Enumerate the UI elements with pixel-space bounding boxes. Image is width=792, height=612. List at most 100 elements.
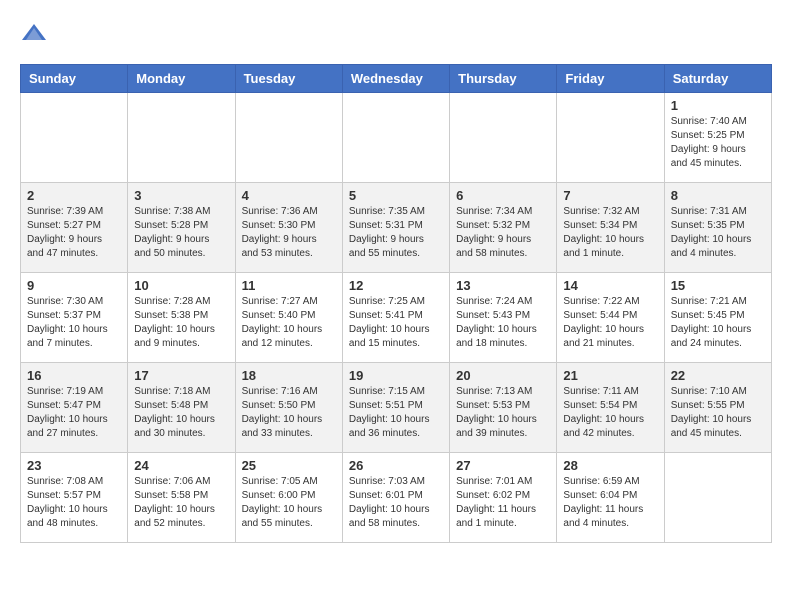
calendar-cell [664,453,771,543]
day-info: Sunrise: 7:21 AM Sunset: 5:45 PM Dayligh… [671,295,765,351]
day-number: 12 [349,278,443,293]
day-info: Sunrise: 7:16 AM Sunset: 5:50 PM Dayligh… [242,385,336,441]
calendar-cell: 19 Sunrise: 7:15 AM Sunset: 5:51 PM Dayli… [342,363,449,453]
calendar-cell [450,93,557,183]
calendar-cell: 10 Sunrise: 7:28 AM Sunset: 5:38 PM Dayli… [128,273,235,363]
day-info: Sunrise: 7:40 AM Sunset: 5:25 PM Dayligh… [671,115,765,171]
day-info: Sunrise: 7:15 AM Sunset: 5:51 PM Dayligh… [349,385,443,441]
day-info: Sunrise: 7:22 AM Sunset: 5:44 PM Dayligh… [563,295,657,351]
day-of-week-header: Saturday [664,65,771,93]
day-info: Sunrise: 6:59 AM Sunset: 6:04 PM Dayligh… [563,475,657,531]
day-number: 15 [671,278,765,293]
day-number: 28 [563,458,657,473]
day-info: Sunrise: 7:11 AM Sunset: 5:54 PM Dayligh… [563,385,657,441]
calendar: SundayMondayTuesdayWednesdayThursdayFrid… [20,64,772,543]
day-info: Sunrise: 7:27 AM Sunset: 5:40 PM Dayligh… [242,295,336,351]
day-number: 16 [27,368,121,383]
day-of-week-header: Friday [557,65,664,93]
day-info: Sunrise: 7:10 AM Sunset: 5:55 PM Dayligh… [671,385,765,441]
calendar-cell: 13Sunrise: 7:24 AM Sunset: 5:43 PM Dayli… [450,273,557,363]
day-info: Sunrise: 7:39 AM Sunset: 5:27 PM Dayligh… [27,205,121,261]
day-number: 23 [27,458,121,473]
calendar-cell: 26Sunrise: 7:03 AM Sunset: 6:01 PM Dayli… [342,453,449,543]
day-number: 19 [349,368,443,383]
day-number: 22 [671,368,765,383]
day-number: 17 [134,368,228,383]
day-number: 6 [456,188,550,203]
day-number: 13 [456,278,550,293]
page-header [20,20,772,48]
day-info: Sunrise: 7:36 AM Sunset: 5:30 PM Dayligh… [242,205,336,261]
calendar-cell: 27 Sunrise: 7:01 AM Sunset: 6:02 PM Dayli… [450,453,557,543]
calendar-cell: 8 Sunrise: 7:31 AM Sunset: 5:35 PM Daylig… [664,183,771,273]
calendar-week-row: 23 Sunrise: 7:08 AM Sunset: 5:57 PM Dayli… [21,453,772,543]
calendar-cell: 5 Sunrise: 7:35 AM Sunset: 5:31 PM Daylig… [342,183,449,273]
logo-icon [20,20,48,48]
calendar-cell [557,93,664,183]
day-number: 8 [671,188,765,203]
day-number: 10 [134,278,228,293]
day-number: 1 [671,98,765,113]
logo [20,20,50,48]
calendar-cell: 9 Sunrise: 7:30 AM Sunset: 5:37 PM Daylig… [21,273,128,363]
day-number: 4 [242,188,336,203]
day-info: Sunrise: 7:32 AM Sunset: 5:34 PM Dayligh… [563,205,657,261]
calendar-cell: 20 Sunrise: 7:13 AM Sunset: 5:53 PM Dayli… [450,363,557,453]
day-info: Sunrise: 7:06 AM Sunset: 5:58 PM Dayligh… [134,475,228,531]
day-number: 5 [349,188,443,203]
calendar-cell: 4 Sunrise: 7:36 AM Sunset: 5:30 PM Daylig… [235,183,342,273]
calendar-cell [128,93,235,183]
calendar-cell: 7 Sunrise: 7:32 AM Sunset: 5:34 PM Daylig… [557,183,664,273]
day-info: Sunrise: 7:38 AM Sunset: 5:28 PM Dayligh… [134,205,228,261]
day-number: 9 [27,278,121,293]
calendar-cell: 2 Sunrise: 7:39 AM Sunset: 5:27 PM Daylig… [21,183,128,273]
calendar-cell: 16 Sunrise: 7:19 AM Sunset: 5:47 PM Dayli… [21,363,128,453]
calendar-cell: 23 Sunrise: 7:08 AM Sunset: 5:57 PM Dayli… [21,453,128,543]
day-number: 21 [563,368,657,383]
calendar-week-row: 16 Sunrise: 7:19 AM Sunset: 5:47 PM Dayli… [21,363,772,453]
calendar-cell [235,93,342,183]
day-info: Sunrise: 7:34 AM Sunset: 5:32 PM Dayligh… [456,205,550,261]
calendar-cell: 22 Sunrise: 7:10 AM Sunset: 5:55 PM Dayli… [664,363,771,453]
day-number: 11 [242,278,336,293]
calendar-cell [21,93,128,183]
calendar-cell: 1 Sunrise: 7:40 AM Sunset: 5:25 PM Daylig… [664,93,771,183]
day-info: Sunrise: 7:18 AM Sunset: 5:48 PM Dayligh… [134,385,228,441]
day-info: Sunrise: 7:08 AM Sunset: 5:57 PM Dayligh… [27,475,121,531]
day-of-week-header: Tuesday [235,65,342,93]
calendar-cell: 12 Sunrise: 7:25 AM Sunset: 5:41 PM Dayli… [342,273,449,363]
day-info: Sunrise: 7:31 AM Sunset: 5:35 PM Dayligh… [671,205,765,261]
calendar-cell: 15 Sunrise: 7:21 AM Sunset: 5:45 PM Dayli… [664,273,771,363]
calendar-cell: 3Sunrise: 7:38 AM Sunset: 5:28 PM Daylig… [128,183,235,273]
calendar-cell: 11 Sunrise: 7:27 AM Sunset: 5:40 PM Dayli… [235,273,342,363]
calendar-cell: 24 Sunrise: 7:06 AM Sunset: 5:58 PM Dayli… [128,453,235,543]
day-info: Sunrise: 7:13 AM Sunset: 5:53 PM Dayligh… [456,385,550,441]
day-number: 24 [134,458,228,473]
day-of-week-header: Thursday [450,65,557,93]
day-number: 7 [563,188,657,203]
calendar-cell [342,93,449,183]
day-number: 27 [456,458,550,473]
day-number: 25 [242,458,336,473]
calendar-header-row: SundayMondayTuesdayWednesdayThursdayFrid… [21,65,772,93]
calendar-cell: 14Sunrise: 7:22 AM Sunset: 5:44 PM Dayli… [557,273,664,363]
day-number: 2 [27,188,121,203]
day-info: Sunrise: 7:28 AM Sunset: 5:38 PM Dayligh… [134,295,228,351]
day-number: 18 [242,368,336,383]
day-info: Sunrise: 7:19 AM Sunset: 5:47 PM Dayligh… [27,385,121,441]
calendar-cell: 25 Sunrise: 7:05 AM Sunset: 6:00 PM Dayli… [235,453,342,543]
day-info: Sunrise: 7:35 AM Sunset: 5:31 PM Dayligh… [349,205,443,261]
day-info: Sunrise: 7:05 AM Sunset: 6:00 PM Dayligh… [242,475,336,531]
day-info: Sunrise: 7:30 AM Sunset: 5:37 PM Dayligh… [27,295,121,351]
day-info: Sunrise: 7:25 AM Sunset: 5:41 PM Dayligh… [349,295,443,351]
day-number: 26 [349,458,443,473]
calendar-week-row: 9 Sunrise: 7:30 AM Sunset: 5:37 PM Daylig… [21,273,772,363]
calendar-week-row: 2 Sunrise: 7:39 AM Sunset: 5:27 PM Daylig… [21,183,772,273]
day-info: Sunrise: 7:01 AM Sunset: 6:02 PM Dayligh… [456,475,550,531]
day-number: 20 [456,368,550,383]
day-of-week-header: Wednesday [342,65,449,93]
calendar-cell: 28 Sunrise: 6:59 AM Sunset: 6:04 PM Dayli… [557,453,664,543]
calendar-cell: 17 Sunrise: 7:18 AM Sunset: 5:48 PM Dayli… [128,363,235,453]
day-of-week-header: Sunday [21,65,128,93]
day-of-week-header: Monday [128,65,235,93]
